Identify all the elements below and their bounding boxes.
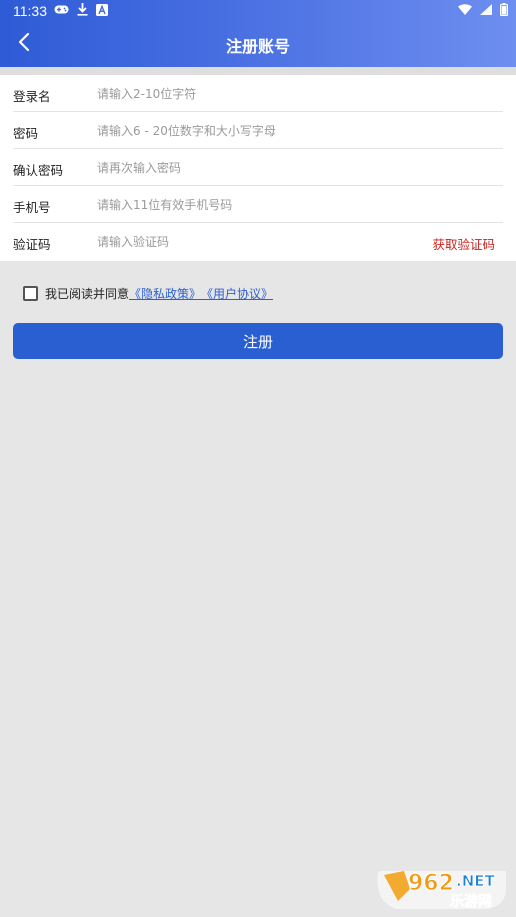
form-row-verify-code: 验证码 获取验证码: [0, 223, 516, 260]
status-icons-right: [458, 3, 509, 20]
app-header: 11:33 注册账号: [0, 0, 516, 67]
register-button[interactable]: 注册: [13, 323, 503, 359]
status-icons-left: [54, 3, 108, 20]
privacy-policy-link[interactable]: 《隐私政策》: [129, 285, 201, 302]
register-form: 登录名 密码 确认密码 手机号 验证码 获取验证码: [0, 75, 516, 261]
battery-icon: [499, 3, 509, 20]
gamepad-icon: [54, 4, 69, 19]
username-label: 登录名: [13, 89, 51, 104]
form-row-username: 登录名: [0, 75, 516, 112]
verify-code-label: 验证码: [13, 237, 51, 252]
agree-checkbox[interactable]: [23, 285, 38, 301]
form-row-password: 密码: [0, 112, 516, 149]
status-bar: 11:33: [0, 0, 516, 22]
confirm-password-input[interactable]: [97, 156, 417, 180]
font-a-icon: [96, 3, 108, 20]
user-agreement-link[interactable]: 《用户协议》: [201, 285, 273, 302]
nav-bar: 注册账号: [0, 22, 516, 67]
svg-text:乐游网: 乐游网: [450, 893, 492, 910]
status-time: 11:33: [13, 3, 47, 19]
password-label: 密码: [13, 126, 39, 141]
phone-label: 手机号: [13, 200, 51, 215]
form-row-phone: 手机号: [0, 186, 516, 223]
signal-icon: [480, 4, 492, 19]
confirm-password-label: 确认密码: [13, 163, 64, 178]
agree-text: 我已阅读并同意: [45, 286, 130, 301]
svg-text:962: 962: [408, 871, 454, 896]
get-code-button[interactable]: 获取验证码: [432, 234, 495, 253]
svg-text:.NET: .NET: [456, 872, 495, 890]
download-icon: [77, 3, 88, 20]
password-input[interactable]: [97, 119, 417, 143]
header-divider: [0, 67, 516, 75]
form-row-confirm-password: 确认密码: [0, 149, 516, 186]
phone-input[interactable]: [97, 193, 417, 217]
site-watermark-logo: 962 .NET 乐游网: [374, 863, 510, 913]
agreement-row: 我已阅读并同意 《隐私政策》 《用户协议》: [23, 284, 273, 302]
page-title: 注册账号: [225, 37, 290, 56]
username-input[interactable]: [97, 82, 417, 106]
wifi-icon: [458, 4, 472, 19]
verify-code-input[interactable]: [97, 230, 397, 254]
